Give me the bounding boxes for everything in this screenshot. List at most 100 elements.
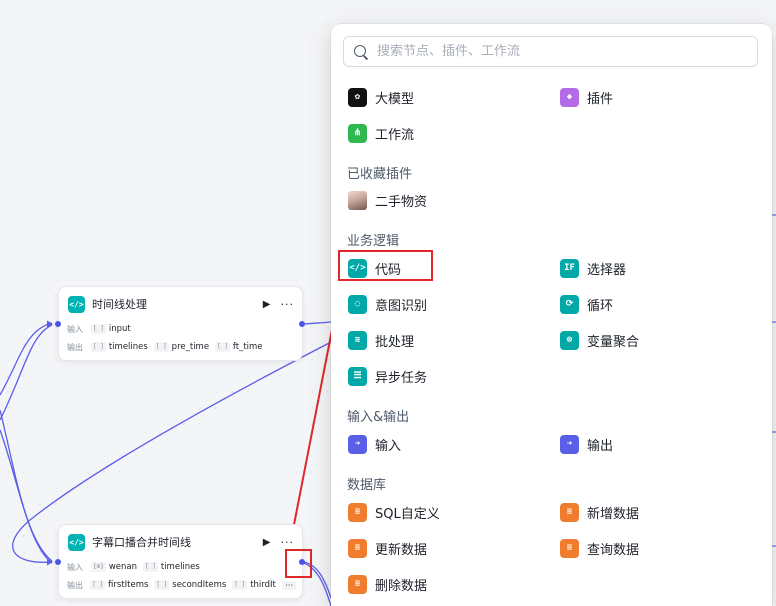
array-type-icon: [ ] — [91, 342, 106, 352]
search-input[interactable] — [377, 44, 737, 59]
param-name: input — [108, 324, 131, 334]
picker-item-label: 选择器 — [587, 262, 627, 278]
output-param: [ ]thirdIten — [232, 580, 276, 590]
input-param: {m} wenan — [91, 562, 137, 572]
param-name: secondItems — [172, 580, 227, 590]
node-picker-panel: ✿ 大模型 ◆ 插件 ⋔ 工作流 已收藏插件 二手物资 业务逻辑 </> 代码 … — [331, 24, 772, 606]
picker-item-label: 意图识别 — [375, 298, 428, 314]
more-outputs-indicator[interactable]: ··· — [282, 580, 296, 590]
node-outputs-row: 输出 [ ] firstItems [ ] secondItems [ ] third… — [67, 578, 296, 592]
database-delete-icon: ≡ — [348, 574, 367, 594]
loop-icon: ⟳ — [560, 294, 579, 314]
picker-item-update-data[interactable]: ≡ 更新数据 — [348, 536, 427, 560]
node-title: 字幕口播合并时间线 — [92, 536, 191, 549]
picker-item-label: 查询数据 — [587, 542, 640, 558]
search-box[interactable] — [343, 36, 758, 67]
picker-item-intent-recognition[interactable]: ◌ 意图识别 — [348, 292, 427, 316]
async-task-icon: ☰ — [348, 366, 367, 386]
llm-icon: ✿ — [348, 87, 367, 107]
array-type-icon: [ ] — [143, 562, 158, 572]
picker-item-llm[interactable]: ✿ 大模型 — [348, 85, 414, 109]
input-row-label: 输入 — [67, 324, 83, 334]
node-inputs-row: 输入 {m} wenan [ ] timelines — [67, 560, 206, 574]
edge-left-into-node2-a — [0, 409, 53, 562]
section-title-database: 数据库 — [347, 478, 387, 493]
object-type-icon: {m} — [91, 562, 106, 572]
picker-item-label: 输入 — [375, 438, 402, 454]
picker-item-label: 插件 — [587, 91, 614, 107]
picker-item-code[interactable]: </> 代码 — [348, 256, 401, 280]
picker-item-delete-data[interactable]: ≡ 删除数据 — [348, 572, 427, 596]
input-arrow-icon: ➜ — [348, 434, 367, 454]
node-header: </> 字幕口播合并时间线 ▶ ··· — [68, 533, 294, 551]
output-row-label: 输出 — [67, 342, 83, 352]
node-title: 时间线处理 — [92, 298, 147, 311]
picker-item-label: 异步任务 — [375, 370, 428, 386]
picker-item-label: 大模型 — [375, 91, 415, 107]
workflow-icon: ⋔ — [348, 123, 367, 143]
database-add-icon: ≡ — [560, 502, 579, 522]
picker-item-label: 代码 — [375, 262, 402, 278]
picker-item-sql-custom[interactable]: ≡ SQL自定义 — [348, 500, 440, 524]
node1-input-port[interactable] — [55, 321, 61, 327]
picker-item-async-task[interactable]: ☰ 异步任务 — [348, 364, 427, 388]
picker-item-output[interactable]: ➜ 输出 — [560, 432, 613, 456]
param-name: ft_time — [232, 342, 263, 352]
workflow-node-merge-timelines[interactable]: </> 字幕口播合并时间线 ▶ ··· 输入 {m} wenan [ ] timel… — [58, 524, 303, 599]
input-param: [ ] input — [91, 324, 131, 334]
edge-node2-out-a — [303, 561, 332, 599]
more-options-icon[interactable]: ··· — [281, 536, 295, 549]
search-icon — [353, 44, 369, 60]
picker-item-label: 删除数据 — [375, 578, 428, 594]
edge-left-into-node1-a — [0, 322, 53, 396]
array-type-icon: [ ] — [90, 580, 106, 590]
picker-item-secondhand-goods[interactable]: 二手物资 — [348, 188, 427, 212]
picker-item-label: 新增数据 — [587, 506, 640, 522]
node-header: </> 时间线处理 ▶ ··· — [68, 295, 294, 313]
more-options-icon[interactable]: ··· — [281, 298, 295, 311]
output-row-label: 输出 — [67, 580, 83, 590]
picker-item-loop[interactable]: ⟳ 循环 — [560, 292, 613, 316]
edge-left-into-node1-b — [0, 324, 53, 421]
section-title-io: 输入&输出 — [347, 410, 410, 425]
edge-node2-out-b — [303, 562, 332, 606]
database-update-icon: ≡ — [348, 538, 367, 558]
picker-item-variable-aggregate[interactable]: ⊗ 变量聚合 — [560, 328, 639, 352]
run-icon[interactable]: ▶ — [263, 299, 271, 310]
database-sql-icon: ≡ — [348, 502, 367, 522]
picker-item-selector[interactable]: IF 选择器 — [560, 256, 626, 280]
node2-input-port[interactable] — [55, 559, 61, 565]
picker-item-add-data[interactable]: ≡ 新增数据 — [560, 500, 639, 524]
picker-item-label: 批处理 — [375, 334, 415, 350]
picker-item-query-data[interactable]: ≡ 查询数据 — [560, 536, 639, 560]
picker-item-label: 更新数据 — [375, 542, 428, 558]
picker-item-label: 二手物资 — [375, 194, 428, 210]
output-param: [ ] secondItems — [154, 580, 226, 590]
picker-item-label: 输出 — [587, 438, 614, 454]
output-arrow-icon: ➜ — [560, 434, 579, 454]
node1-output-port[interactable] — [299, 321, 305, 327]
param-name: pre_time — [171, 342, 210, 352]
edge-left-into-node2-b — [0, 429, 53, 564]
array-type-icon: [ ] — [232, 580, 248, 590]
code-icon: </> — [68, 533, 85, 551]
batch-layers-icon: ≋ — [348, 330, 367, 350]
avatar-image-icon — [348, 190, 367, 210]
workflow-node-timeline-processing[interactable]: </> 时间线处理 ▶ ··· 输入 [ ] input 输出 [ ] timeli… — [58, 286, 303, 361]
picker-item-plugin[interactable]: ◆ 插件 — [560, 85, 613, 109]
code-icon: </> — [68, 295, 85, 313]
database-query-icon: ≡ — [560, 538, 579, 558]
plugin-cube-icon: ◆ — [560, 87, 579, 107]
node-inputs-row: 输入 [ ] input — [67, 322, 137, 336]
input-param: [ ] timelines — [143, 562, 200, 572]
output-param: [ ] firstItems — [90, 580, 148, 590]
picker-item-workflow[interactable]: ⋔ 工作流 — [348, 121, 414, 145]
picker-item-input[interactable]: ➜ 输入 — [348, 432, 401, 456]
node2-output-port[interactable] — [299, 559, 305, 565]
picker-item-batch[interactable]: ≋ 批处理 — [348, 328, 414, 352]
picker-item-label: 变量聚合 — [587, 334, 640, 350]
array-type-icon: [ ] — [91, 324, 106, 334]
param-name: timelines — [108, 342, 148, 352]
param-name: timelines — [160, 562, 200, 572]
run-icon[interactable]: ▶ — [263, 537, 271, 548]
